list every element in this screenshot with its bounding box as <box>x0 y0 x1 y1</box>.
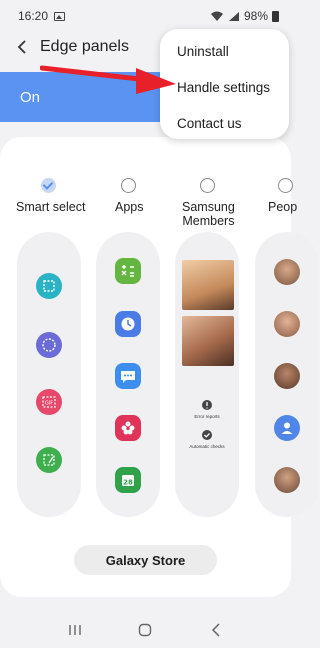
smart-select-panel-preview: GIF <box>17 232 81 517</box>
calendar-icon: 28 <box>115 467 141 493</box>
animation-gif-icon: GIF <box>36 389 62 415</box>
apps-panel-preview: 28 <box>96 232 160 517</box>
panel-label-apps: Apps <box>115 200 144 214</box>
nav-back-icon <box>211 623 220 637</box>
people-panel-preview <box>255 232 319 517</box>
page-title: Edge panels <box>40 38 129 55</box>
messages-icon <box>115 363 141 389</box>
signal-icon <box>228 11 239 21</box>
panel-label-people: Peop <box>268 200 298 214</box>
add-contact-icon <box>274 415 300 441</box>
svg-text:28: 28 <box>123 479 133 487</box>
samsung-members-panel-preview: Error reports Automatic checks <box>175 232 239 517</box>
home-icon <box>139 623 152 637</box>
panel-radio-smart-select[interactable] <box>41 178 56 193</box>
panel-radio-apps[interactable] <box>121 178 136 193</box>
pin-to-screen-icon <box>36 447 62 473</box>
panel-label-samsung-members: Samsung Members <box>182 200 235 228</box>
panel-radio-people[interactable] <box>278 178 293 193</box>
contact-avatar <box>274 467 300 493</box>
oval-select-icon <box>36 332 62 358</box>
recents-icon <box>69 625 81 635</box>
back-button[interactable] <box>201 618 231 642</box>
gallery-icon <box>115 415 141 441</box>
gallery-notification-icon <box>54 11 66 21</box>
home-button[interactable] <box>130 618 160 642</box>
status-time: 16:20 <box>18 9 49 23</box>
panel-radio-samsung-members[interactable] <box>200 178 215 193</box>
galaxy-store-button[interactable]: Galaxy Store <box>74 545 217 575</box>
wifi-icon <box>210 11 223 21</box>
contact-avatar <box>274 259 300 285</box>
svg-text:GIF: GIF <box>45 401 53 407</box>
error-reports-label: Error reports <box>194 414 220 419</box>
back-icon[interactable] <box>8 32 38 62</box>
battery-icon <box>272 10 279 22</box>
recents-button[interactable] <box>60 618 90 642</box>
automatic-checks-label: Automatic checks <box>189 444 225 449</box>
panel-label-smart-select: Smart select <box>16 200 86 214</box>
annotation-arrow-icon <box>40 65 176 94</box>
clock-icon <box>115 311 141 337</box>
status-bar: 16:20 98% <box>0 0 291 32</box>
rectangle-select-icon <box>36 273 62 299</box>
contact-avatar <box>274 311 300 337</box>
members-article-image-1 <box>182 260 234 310</box>
menu-item-contact-us[interactable]: Contact us <box>160 105 289 141</box>
calculator-icon <box>115 258 141 284</box>
automatic-checks-icon <box>202 430 212 440</box>
members-article-image-2 <box>182 316 234 366</box>
error-reports-icon <box>202 400 212 410</box>
panels-carousel[interactable]: Smart select GIF Apps 28 Samsung Members… <box>0 178 319 518</box>
contact-avatar <box>274 363 300 389</box>
battery-percent: 98% <box>243 9 268 23</box>
toggle-label: On <box>20 88 41 106</box>
navigation-bar <box>0 612 291 648</box>
